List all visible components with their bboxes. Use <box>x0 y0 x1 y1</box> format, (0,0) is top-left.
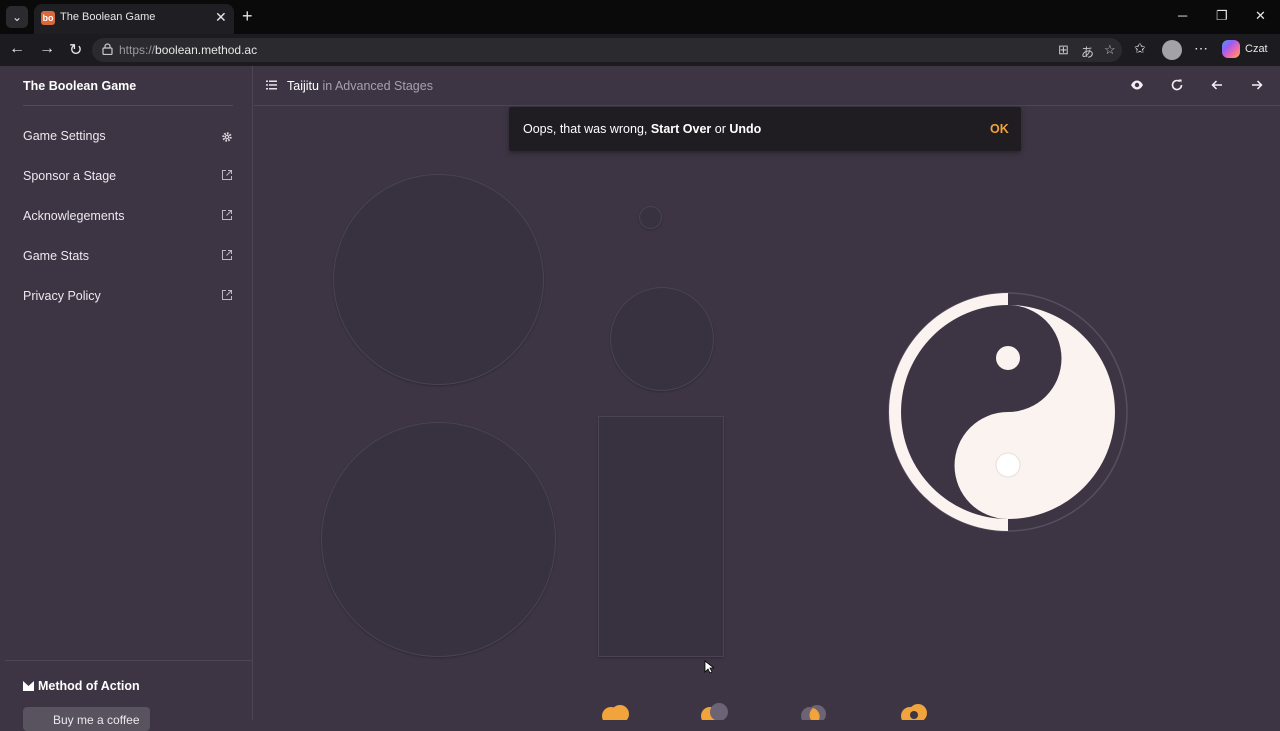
sidebar-item-acknowledgements[interactable]: Acknowlegements <box>5 201 253 231</box>
snackbar-or: or <box>711 122 730 136</box>
stage-header: Taijitu in Advanced Stages <box>254 66 1280 106</box>
taijitu-lower-dot <box>995 452 1021 478</box>
browser-chrome: ⌄ bo The Boolean Game ✕ + ─ ❐ ✕ ← → ↻ ht… <box>0 0 1280 66</box>
eye-icon[interactable] <box>1130 78 1144 92</box>
external-link-icon <box>222 290 232 300</box>
tab-strip: ⌄ bo The Boolean Game ✕ + ─ ❐ ✕ <box>0 0 1280 34</box>
sidebar-item-label: Acknowlegements <box>23 209 125 223</box>
taijitu-white-half <box>954 305 1115 519</box>
sidebar-footer-divider <box>5 660 253 661</box>
external-link-icon <box>222 170 232 180</box>
minimize-icon[interactable]: ─ <box>1178 8 1187 23</box>
stage-group: in Advanced Stages <box>322 79 433 93</box>
large-circle-bottom[interactable] <box>321 422 556 657</box>
refresh-icon[interactable] <box>1170 78 1184 92</box>
sidebar-item-game-stats[interactable]: Game Stats <box>5 241 253 271</box>
favorite-star-icon[interactable]: ☆ <box>1104 42 1116 58</box>
sidebar-divider <box>23 105 233 106</box>
sidebar-item-sponsor[interactable]: Sponsor a Stage <box>5 161 253 191</box>
undo-link[interactable]: Undo <box>729 122 761 136</box>
back-icon[interactable]: ← <box>9 40 25 58</box>
tall-rectangle[interactable] <box>598 416 724 657</box>
profile-avatar[interactable] <box>1162 40 1182 60</box>
sidebar-item-game-settings[interactable]: Game Settings <box>5 121 253 151</box>
method-of-action-link[interactable]: Method of Action <box>23 679 140 693</box>
favicon-icon: bo <box>41 11 55 25</box>
translate-icon[interactable]: あ <box>1081 42 1094 61</box>
reload-icon[interactable]: ↻ <box>69 40 82 60</box>
stage-list-icon[interactable] <box>266 80 277 90</box>
window-close-icon[interactable]: ✕ <box>1255 8 1266 24</box>
mouse-cursor-icon <box>704 660 714 674</box>
snackbar-ok-button[interactable]: OK <box>990 122 1009 136</box>
more-menu-icon[interactable]: ⋯ <box>1194 40 1208 57</box>
union-tool-icon[interactable] <box>601 703 631 720</box>
intersect-tool-icon[interactable] <box>800 703 830 720</box>
external-link-icon <box>222 250 232 260</box>
tab-title: The Boolean Game <box>60 11 156 23</box>
url-text[interactable]: https://boolean.method.ac <box>119 43 257 57</box>
error-snackbar: Oops, that was wrong, Start Over or Undo… <box>509 107 1021 151</box>
taijitu-symbol <box>888 292 1128 532</box>
favorites-icon[interactable]: ✩ <box>1134 40 1146 57</box>
taijitu-upper-dot <box>996 346 1020 370</box>
copilot-button[interactable]: Czat <box>1222 40 1272 60</box>
sidebar-item-label: Game Stats <box>23 249 89 263</box>
forward-icon[interactable]: → <box>39 40 55 58</box>
sidebar-title: The Boolean Game <box>23 79 137 93</box>
close-tab-icon[interactable]: ✕ <box>215 9 227 26</box>
stage-title: Taijitu in Advanced Stages <box>287 79 433 93</box>
sidebar-item-label: Sponsor a Stage <box>23 169 117 183</box>
address-bar[interactable]: https://boolean.method.ac ⊞ あ ☆ <box>92 38 1122 62</box>
browser-tab-active[interactable]: bo The Boolean Game ✕ <box>34 4 234 34</box>
arrow-left-icon[interactable] <box>1210 78 1224 92</box>
site-info-icon[interactable] <box>102 43 113 55</box>
start-over-link[interactable]: Start Over <box>651 122 711 136</box>
large-circle-top[interactable] <box>333 174 544 385</box>
browser-toolbar: ← → ↻ https://boolean.method.ac ⊞ あ ☆ ✩ … <box>0 34 1280 66</box>
buy-coffee-button[interactable]: Buy me a coffee <box>23 707 150 731</box>
medium-circle[interactable] <box>610 287 714 391</box>
copilot-icon <box>1222 40 1240 58</box>
sidebar-item-privacy-policy[interactable]: Privacy Policy <box>5 281 253 311</box>
copilot-label: Czat <box>1245 43 1268 55</box>
snackbar-text: Oops, that was wrong, <box>523 122 651 136</box>
method-logo-icon <box>23 681 34 691</box>
subtract-tool-icon[interactable] <box>700 703 730 720</box>
stage-name: Taijitu <box>287 79 319 93</box>
buy-coffee-label: Buy me a coffee <box>53 713 140 727</box>
method-of-action-label: Method of Action <box>38 679 140 693</box>
sidebar-item-label: Game Settings <box>23 129 106 143</box>
arrow-right-icon[interactable] <box>1250 78 1264 92</box>
tab-list-button[interactable]: ⌄ <box>6 6 28 28</box>
sidebar-item-label: Privacy Policy <box>23 289 101 303</box>
restore-icon[interactable]: ❐ <box>1216 8 1228 24</box>
new-tab-icon[interactable]: + <box>242 6 253 27</box>
snackbar-message: Oops, that was wrong, Start Over or Undo <box>523 122 761 136</box>
gear-icon <box>222 132 232 142</box>
app-available-icon[interactable]: ⊞ <box>1058 42 1069 58</box>
tiny-circle[interactable] <box>639 206 662 229</box>
external-link-icon <box>222 210 232 220</box>
exclude-tool-icon[interactable] <box>900 703 930 720</box>
sidebar: The Boolean Game Game Settings Sponsor a… <box>5 66 253 731</box>
